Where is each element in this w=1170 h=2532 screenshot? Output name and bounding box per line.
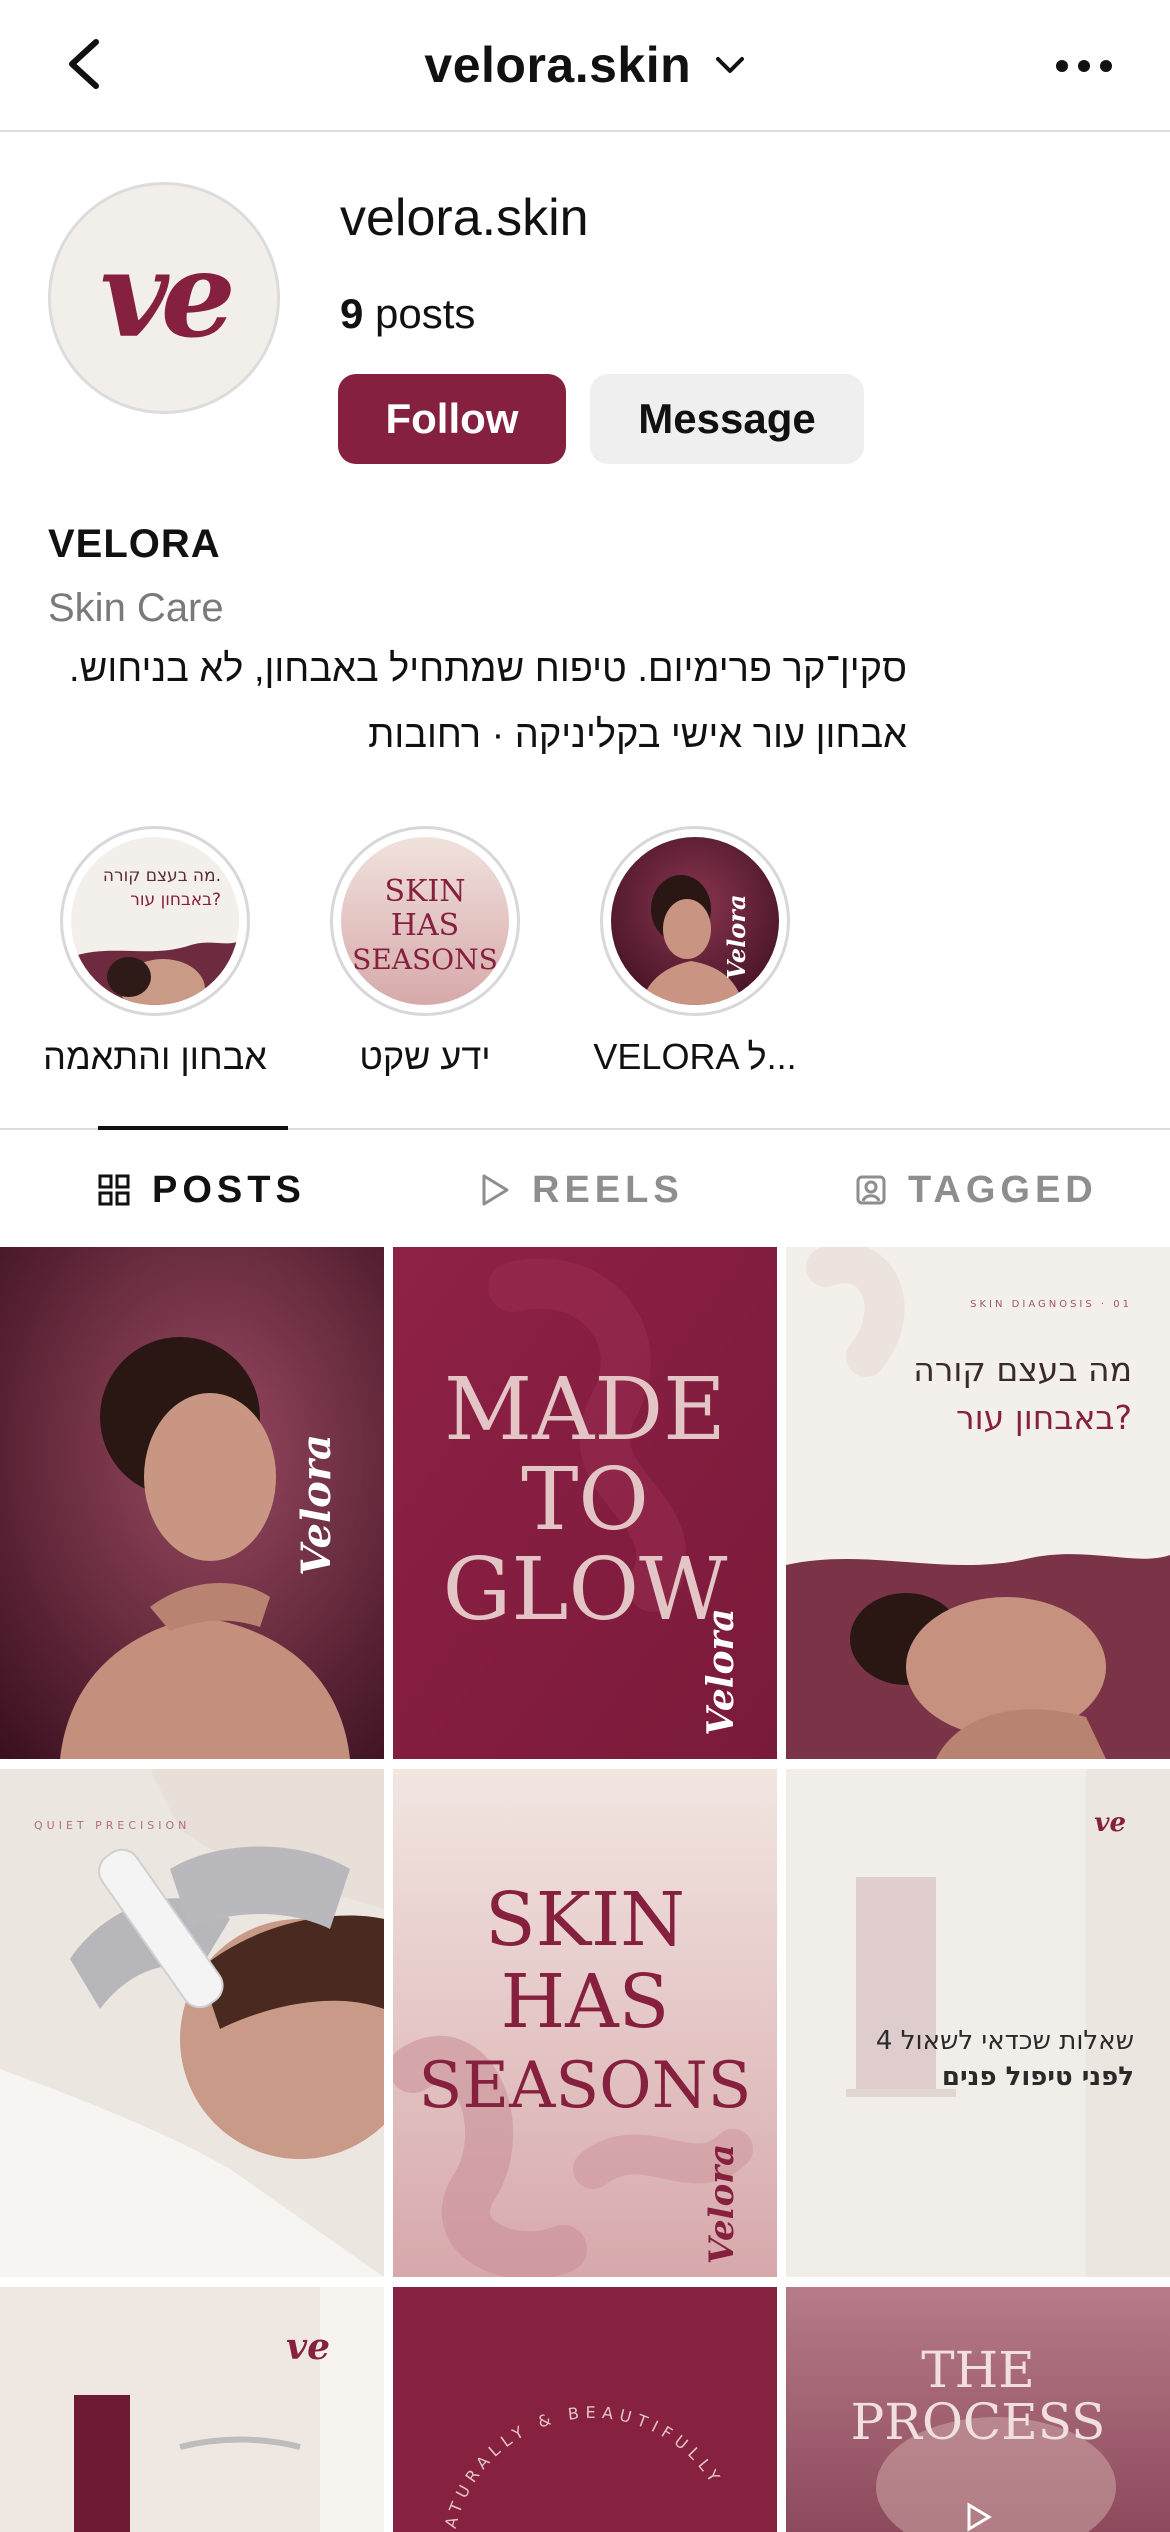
post-title-line-3: GLOW [443,1540,728,1640]
svg-text:SKIN: SKIN [384,874,465,909]
post-tile-quiet-precision[interactable]: QUIET PRECISION [0,1769,384,2277]
chevron-down-icon [715,57,744,73]
tab-reels[interactable]: REELS [480,1168,684,1212]
tab-tagged-label: TAGGED [908,1168,1098,1211]
bio-category: Skin Care [48,586,224,630]
highlight-cover-text-2: באבחון עור? [130,890,221,910]
highlight-cover-text-1: מה בעצם קורה. [103,866,221,886]
post-heading-line-1: 4 שאלות שכדאי לשאול [876,2026,1134,2056]
post-logo: ve [286,2326,330,2368]
post-kicker: SKIN DIAGNOSIS · 01 [970,1299,1132,1310]
post-heading-line-1: מה בעצם קורה [913,1350,1132,1389]
highlight-cover: מה בעצם קורה. באבחון עור? [71,837,239,1005]
post-title-line-2: HAS [501,1959,670,2045]
post-tile-portrait-1[interactable]: Velora [0,1247,384,1759]
svg-text:Velora: Velora [293,1434,340,1576]
highlight-velora[interactable]: Velora [600,826,790,1016]
svg-text:Velora: Velora [722,894,751,979]
tab-posts[interactable]: POSTS [98,1168,306,1212]
tagged-person-icon [856,1175,886,1205]
tab-tagged[interactable]: TAGGED [856,1168,1098,1212]
posts-count-number: 9 [340,290,364,337]
svg-text:SEASONS: SEASONS [352,943,498,976]
post-title-line-1: SKIN [485,1877,685,1963]
svg-text:HAS: HAS [391,908,459,943]
top-navigation-bar: velora.skin [0,0,1170,132]
bio-line-1: סקין־קר פרימיום. טיפוח שמתחיל באבחון, לא… [69,648,907,690]
post-tile-four-questions[interactable]: ve 4 שאלות שכדאי לשאול לפני טיפול פנים [786,1769,1170,2277]
bio-title: VELORA [48,522,221,566]
post-tile-clinic-room[interactable]: ve [0,2287,384,2532]
highlight-label-diagnosis: אבחון והתאמה [43,1036,267,1077]
post-tile-skin-diagnosis[interactable]: SKIN DIAGNOSIS · 01 מה בעצם קורה באבחון … [786,1247,1170,1759]
profile-avatar[interactable]: ve [48,182,280,414]
username-title: velora.skin [424,37,692,93]
posts-count-label: posts [375,290,476,337]
grid-icon [98,1174,130,1206]
post-title-line-2: TO [521,1450,649,1550]
post-tile-the-process[interactable]: THE PROCESS [786,2287,1170,2532]
post-tile-naturally[interactable]: NATURALLY & BEAUTIFULLY [393,2287,777,2532]
highlight-label-knowledge: ידע שקט [359,1036,491,1077]
tab-reels-label: REELS [532,1168,684,1211]
post-title-line-1: THE [921,2341,1034,2399]
highlight-knowledge[interactable]: SKIN HAS SEASONS [330,826,520,1016]
active-tab-indicator [98,1126,288,1130]
post-kicker: QUIET PRECISION [34,1819,190,1832]
profile-name: velora.skin [340,189,589,247]
tab-posts-label: POSTS [152,1168,306,1211]
post-heading-line-2: באבחון עור? [956,1398,1132,1437]
highlight-cover: SKIN HAS SEASONS [341,837,509,1005]
follow-button[interactable]: Follow [338,374,566,464]
post-title-line-1: MADE [444,1360,726,1460]
post-title-line-3: SEASONS [419,2049,752,2123]
avatar-logo: ve [100,224,236,364]
post-heading-line-2: לפני טיפול פנים [942,2062,1134,2092]
posts-count: 9 posts [340,290,475,338]
bio-line-2: אבחון עור אישי בקליניקה · רחובות [368,714,907,756]
more-horizontal-icon[interactable] [1054,52,1114,80]
post-brand-mark: Velora [293,1434,340,1576]
post-brand-mark: Velora [702,2144,742,2264]
username-switcher[interactable]: velora.skin [0,36,1170,94]
post-logo: ve [1094,1808,1126,1838]
post-tile-skin-has-seasons[interactable]: SKIN HAS SEASONS Velora [393,1769,777,2277]
highlight-diagnosis[interactable]: מה בעצם קורה. באבחון עור? [60,826,250,1016]
post-brand-mark: Velora [700,1608,742,1736]
message-button[interactable]: Message [590,374,864,464]
post-tile-made-to-glow[interactable]: MADE TO GLOW Velora [393,1247,777,1759]
post-title-line-2: PROCESS [851,2393,1106,2451]
highlight-cover: Velora [611,837,779,1005]
highlight-label-velora: VELORA ל... [593,1036,797,1077]
reels-play-icon [482,1174,509,1206]
